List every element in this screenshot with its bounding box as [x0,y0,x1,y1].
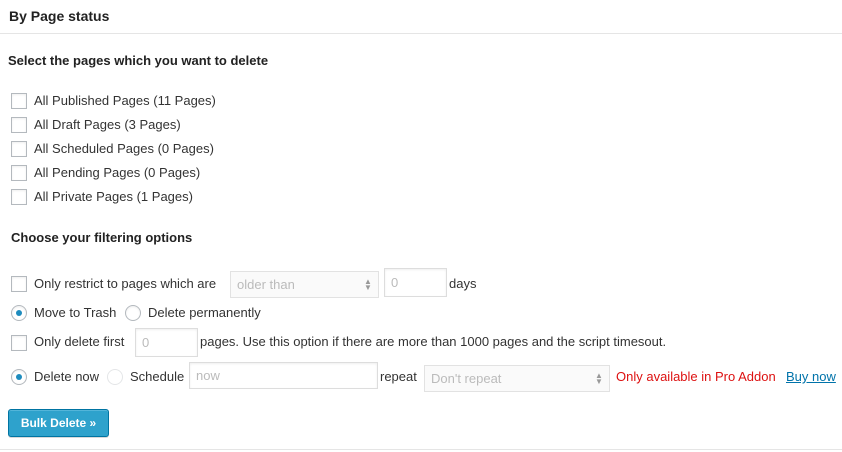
pages-section-heading: Select the pages which you want to delet… [8,53,269,68]
schedule-time-placeholder: now [196,368,220,383]
scheduled-pages-checkbox[interactable] [11,141,27,157]
schedule-radio[interactable] [107,369,123,385]
limit-suffix-text: pages. Use this option if there are more… [200,334,667,349]
buy-now-link[interactable]: Buy now [786,369,836,384]
limit-input[interactable]: 0 [135,328,198,357]
scheduled-pages-label[interactable]: All Scheduled Pages (0 Pages) [34,141,214,156]
age-filter-select[interactable]: older than ▲ ▼ [230,271,379,298]
repeat-select-value: Don't repeat [431,371,502,386]
delete-now-label[interactable]: Delete now [34,369,99,384]
age-filter-value: older than [237,277,295,292]
published-pages-checkbox[interactable] [11,93,27,109]
restrict-checkbox[interactable] [11,276,27,292]
move-to-trash-radio[interactable] [11,305,27,321]
delete-permanently-radio[interactable] [125,305,141,321]
restrict-label[interactable]: Only restrict to pages which are [34,276,216,291]
pending-pages-checkbox[interactable] [11,165,27,181]
draft-pages-label[interactable]: All Draft Pages (3 Pages) [34,117,181,132]
select-arrows-icon: ▲ ▼ [595,370,603,386]
days-unit-label: days [449,276,477,291]
limit-input-value: 0 [142,335,150,350]
bulk-delete-panel: By Page status Select the pages which yo… [0,0,842,452]
filter-section-heading: Choose your filtering options [11,230,193,245]
draft-pages-checkbox[interactable] [11,117,27,133]
days-input[interactable]: 0 [384,268,447,297]
published-pages-label[interactable]: All Published Pages (11 Pages) [34,93,216,108]
move-to-trash-label[interactable]: Move to Trash [34,305,116,320]
private-pages-checkbox[interactable] [11,189,27,205]
private-pages-label[interactable]: All Private Pages (1 Pages) [34,189,193,204]
delete-permanently-label[interactable]: Delete permanently [148,305,261,320]
pending-pages-label[interactable]: All Pending Pages (0 Pages) [34,165,200,180]
repeat-select[interactable]: Don't repeat ▲ ▼ [424,365,610,392]
bulk-delete-button[interactable]: Bulk Delete » [8,409,109,437]
panel-title: By Page status [9,8,110,24]
limit-label[interactable]: Only delete first [34,334,124,349]
pro-addon-notice: Only available in Pro Addon [616,369,776,384]
delete-now-radio[interactable] [11,369,27,385]
schedule-label[interactable]: Schedule [130,369,184,384]
limit-checkbox[interactable] [11,335,27,351]
select-arrows-icon: ▲ ▼ [364,276,372,292]
schedule-time-input[interactable]: now [189,362,378,389]
repeat-label: repeat [380,369,417,384]
bulk-delete-button-label: Bulk Delete » [20,416,97,430]
days-input-value: 0 [391,275,399,290]
panel-bottom-divider [0,449,842,450]
panel-header: By Page status [0,0,842,34]
